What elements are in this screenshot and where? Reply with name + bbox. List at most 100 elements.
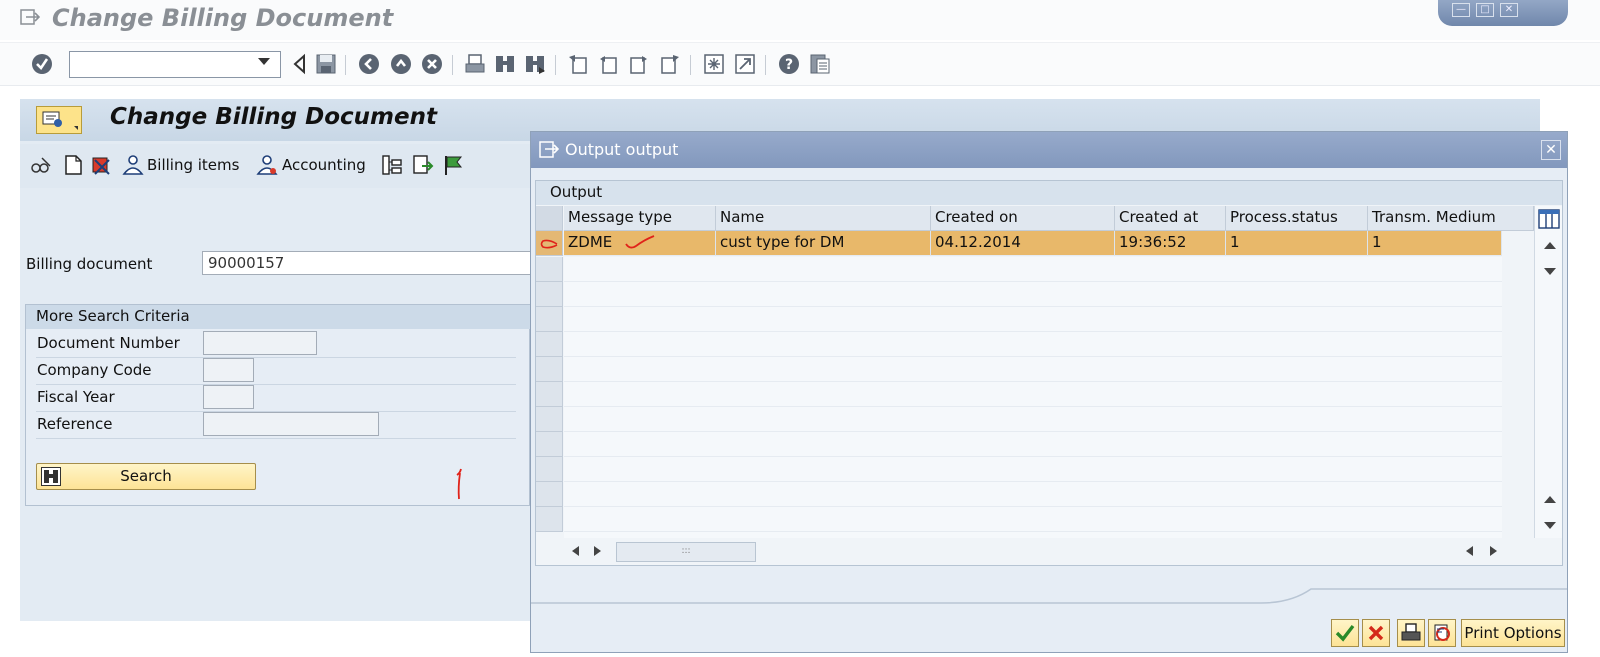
column-header-created-at[interactable]: Created at: [1115, 206, 1226, 231]
billing-items-button[interactable]: Billing items: [147, 156, 239, 174]
row-selector[interactable]: [536, 432, 563, 457]
next-page-icon[interactable]: [628, 53, 650, 75]
table-cell-message-type[interactable]: ZDME: [564, 231, 716, 256]
separator: [345, 55, 346, 75]
separator: [765, 55, 766, 75]
exit-icon[interactable]: [390, 53, 412, 75]
table-cell-created-at[interactable]: 19:36:52: [1115, 231, 1226, 256]
scroll-up-icon[interactable]: [1544, 496, 1556, 503]
horizontal-scrollbar[interactable]: :::: [564, 538, 1534, 564]
search-button[interactable]: Search: [36, 463, 256, 490]
window-title-bar: Change Billing Document — □ ✕: [0, 0, 1600, 40]
display-change-icon[interactable]: [30, 154, 52, 176]
accounting-icon: [256, 155, 278, 175]
close-dialog-button[interactable]: ✕: [1541, 140, 1561, 160]
screen-menu-button[interactable]: [36, 106, 82, 134]
message-type-value: ZDME: [568, 233, 613, 251]
row-selector[interactable]: [536, 332, 563, 357]
cancel-icon[interactable]: [421, 53, 443, 75]
scroll-right-icon[interactable]: [594, 546, 601, 556]
accounting-button[interactable]: Accounting: [282, 156, 366, 174]
row-selector[interactable]: [536, 482, 563, 507]
print-button[interactable]: [1397, 619, 1425, 647]
row-selector[interactable]: [536, 257, 563, 282]
scroll-left-icon[interactable]: [1466, 546, 1473, 556]
flag-icon[interactable]: [442, 154, 464, 176]
billing-document-input[interactable]: 90000157: [202, 251, 532, 275]
red-annotation-mark: [456, 468, 462, 500]
find-icon[interactable]: [494, 53, 516, 75]
first-page-icon[interactable]: [567, 53, 589, 75]
command-dropdown-icon[interactable]: [258, 58, 270, 65]
table-cell-name[interactable]: cust type for DM: [716, 231, 931, 256]
document-number-input[interactable]: [203, 331, 317, 355]
dialog-title: Output output: [565, 140, 679, 159]
continue-button[interactable]: [1331, 619, 1359, 647]
scroll-right-icon[interactable]: [1490, 546, 1497, 556]
column-header-message-type[interactable]: Message type: [564, 206, 716, 231]
scroll-up-icon[interactable]: [1544, 242, 1556, 249]
table-cell-created-on[interactable]: 04.12.2014: [931, 231, 1115, 256]
billing-items-icon: [122, 155, 144, 175]
separator: [452, 55, 453, 75]
table-cell-transm-medium[interactable]: 1: [1368, 231, 1502, 256]
vertical-scrollbar[interactable]: [1534, 206, 1562, 538]
command-field[interactable]: [69, 51, 281, 78]
red-annotation-mark: [540, 239, 558, 249]
layout-menu-icon[interactable]: [809, 53, 831, 75]
cancel-billing-icon[interactable]: [90, 154, 112, 176]
help-icon[interactable]: ?: [778, 53, 800, 75]
page-title: Change Billing Document: [110, 104, 437, 130]
find-next-icon[interactable]: [524, 53, 546, 75]
scroll-left-icon[interactable]: [572, 546, 579, 556]
column-header-created-on[interactable]: Created on: [931, 206, 1115, 231]
document-flow-icon[interactable]: [381, 154, 403, 176]
print-icon[interactable]: [464, 53, 486, 75]
scroll-down-icon[interactable]: [1544, 268, 1556, 275]
output-panel: Output Message type Name Created on Crea…: [535, 180, 1563, 566]
enter-check-icon[interactable]: [31, 53, 53, 75]
company-code-input[interactable]: [203, 358, 254, 382]
create-session-icon[interactable]: [703, 53, 725, 75]
row-selector[interactable]: [536, 282, 563, 307]
print-preview-icon: [1434, 624, 1450, 641]
last-page-icon[interactable]: [659, 53, 681, 75]
previous-page-icon[interactable]: [597, 53, 619, 75]
back-arrow-icon[interactable]: [289, 53, 311, 75]
row-selector[interactable]: [536, 507, 563, 532]
row-selector[interactable]: [536, 382, 563, 407]
scrollbar-thumb[interactable]: :::: [616, 542, 756, 562]
footer-divider: [531, 588, 1567, 604]
row-selector[interactable]: [536, 357, 563, 382]
column-header-name[interactable]: Name: [716, 206, 931, 231]
minimize-button[interactable]: —: [1452, 3, 1470, 17]
table-cell-process-status[interactable]: 1: [1226, 231, 1368, 256]
empty-table-area: [564, 257, 1502, 538]
fiscal-year-input[interactable]: [203, 385, 254, 409]
column-header-transm-medium[interactable]: Transm. Medium: [1368, 206, 1534, 231]
back-icon[interactable]: [358, 53, 380, 75]
cancel-button[interactable]: [1362, 619, 1390, 647]
column-header-process-status[interactable]: Process.status: [1226, 206, 1368, 231]
print-icon: [1401, 623, 1421, 641]
document-number-label: Document Number: [37, 334, 180, 352]
red-checkmark-annotation: [625, 235, 655, 249]
print-preview-button[interactable]: [1428, 619, 1456, 647]
print-options-button[interactable]: Print Options: [1461, 619, 1565, 647]
fiscal-year-label: Fiscal Year: [37, 388, 115, 406]
column-layout-icon[interactable]: [1538, 209, 1560, 229]
row-selector[interactable]: [536, 307, 563, 332]
maximize-button[interactable]: □: [1476, 3, 1494, 17]
release-accounting-icon[interactable]: [412, 154, 434, 176]
output-panel-title: Output: [536, 181, 1562, 205]
scroll-down-icon[interactable]: [1544, 522, 1556, 529]
select-all-cell[interactable]: [536, 206, 563, 231]
row-selector[interactable]: [536, 231, 563, 256]
close-window-button[interactable]: ✕: [1500, 3, 1518, 17]
shortcut-icon[interactable]: [734, 53, 756, 75]
save-icon[interactable]: [315, 53, 337, 75]
create-document-icon[interactable]: [62, 154, 84, 176]
reference-input[interactable]: [203, 412, 379, 436]
row-selector[interactable]: [536, 407, 563, 432]
row-selector[interactable]: [536, 457, 563, 482]
